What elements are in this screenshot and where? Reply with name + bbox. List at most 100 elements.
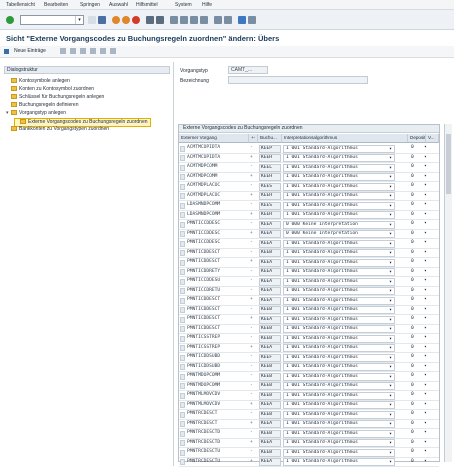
chevron-down-icon[interactable]: ▾ <box>389 222 392 229</box>
table-row[interactable]: ACMTMDPLACOC-KEES1 001 Standard-Algorith… <box>179 182 439 192</box>
table-row[interactable]: PMNTICCDDESC+KEEA0 000 Keine Interpretat… <box>179 230 439 240</box>
table-row[interactable]: PMNTICSSTREP+KEEA1 001 Standard-Algorith… <box>179 344 439 354</box>
chevron-down-icon[interactable]: ▾ <box>389 345 392 352</box>
row-selector[interactable] <box>180 288 185 294</box>
first-page-icon[interactable] <box>170 16 178 24</box>
posting-rule-field[interactable]: KEEA <box>259 230 281 238</box>
row-selector[interactable] <box>180 279 185 285</box>
algorithm-select[interactable]: 1 001 Standard-Algorithmus▾ <box>283 154 395 162</box>
posting-rule-field[interactable]: KEEB <box>259 249 281 257</box>
v-cell[interactable]: ▾ <box>424 439 434 448</box>
v-cell[interactable]: ▾ <box>424 410 434 419</box>
table-row[interactable]: PMNTICCDDESC-KEEA0 000 Keine Interpretat… <box>179 220 439 230</box>
row-selector[interactable] <box>180 345 185 351</box>
col-header-posting[interactable]: Buchu... <box>258 134 282 143</box>
posting-rule-field[interactable]: KEEA <box>259 278 281 286</box>
tree-item[interactable]: ▾Vorgangstyp anlegen <box>6 110 66 117</box>
row-selector[interactable] <box>180 459 185 465</box>
table-row[interactable]: ACMTMDPCOMM+KEEH1 001 Standard-Algorithm… <box>179 173 439 183</box>
row-selector[interactable] <box>180 450 185 456</box>
row-selector[interactable] <box>180 298 185 304</box>
posting-rule-field[interactable]: KEEB <box>259 449 281 457</box>
table-row[interactable]: PMNTRCDESCT-KEEB1 001 Standard-Algorithm… <box>179 410 439 420</box>
algorithm-select[interactable]: 1 001 Standard-Algorithmus▾ <box>283 316 395 324</box>
find-icon[interactable] <box>156 16 164 24</box>
v-cell[interactable]: ▾ <box>424 420 434 429</box>
row-selector[interactable] <box>180 155 185 161</box>
v-cell[interactable]: ▾ <box>424 429 434 438</box>
posting-rule-field[interactable]: KEEF <box>259 354 281 362</box>
tree-item[interactable]: Buchungsregeln definieren <box>6 102 79 109</box>
next-page-icon[interactable] <box>190 16 198 24</box>
row-selector[interactable] <box>180 355 185 361</box>
menu-item[interactable]: Springen <box>80 2 100 8</box>
posting-rule-field[interactable]: KEES <box>259 202 281 210</box>
chevron-down-icon[interactable]: ▾ <box>389 402 392 409</box>
layout-icon[interactable] <box>248 16 256 24</box>
row-selector[interactable] <box>180 364 185 370</box>
row-selector[interactable] <box>180 203 185 209</box>
posting-rule-field[interactable]: KEEH <box>259 211 281 219</box>
table-row[interactable]: LDASMNDPCOMM+KEEH1 001 Standard-Algorith… <box>179 211 439 221</box>
table-row[interactable]: PMNTICCDDESC-KEEA1 001 Standard-Algorith… <box>179 239 439 249</box>
table-row[interactable]: PMNTICDDESCT+KEEA1 001 Standard-Algorith… <box>179 315 439 325</box>
menu-item[interactable]: Bearbeiten <box>44 2 68 8</box>
algorithm-select[interactable]: 1 001 Standard-Algorithmus▾ <box>283 363 395 371</box>
algorithm-select[interactable]: 1 001 Standard-Algorithmus▾ <box>283 297 395 305</box>
row-selector[interactable] <box>180 193 185 199</box>
save-icon[interactable] <box>98 16 106 24</box>
v-cell[interactable]: ▾ <box>424 448 434 457</box>
row-selector[interactable] <box>180 307 185 313</box>
table-row[interactable]: ACMTMDPLACOC+KEEH1 001 Standard-Algorith… <box>179 192 439 202</box>
v-cell[interactable]: ▾ <box>424 144 434 153</box>
v-cell[interactable]: ▾ <box>424 325 434 334</box>
delete-icon[interactable] <box>70 48 76 54</box>
row-selector[interactable] <box>180 260 185 266</box>
v-cell[interactable]: ▾ <box>424 249 434 258</box>
copy-icon[interactable] <box>60 48 66 54</box>
v-cell[interactable]: ▾ <box>424 154 434 163</box>
chevron-down-icon[interactable]: ▾ <box>389 412 392 419</box>
algorithm-select[interactable]: 1 001 Standard-Algorithmus▾ <box>283 335 395 343</box>
row-selector[interactable] <box>180 231 185 237</box>
posting-rule-field[interactable]: KEEB <box>259 382 281 390</box>
algorithm-select[interactable]: 1 001 Standard-Algorithmus▾ <box>283 240 395 248</box>
chevron-down-icon[interactable]: ▾ <box>389 326 392 333</box>
enter-icon[interactable] <box>6 16 14 24</box>
row-selector[interactable] <box>180 402 185 408</box>
chevron-down-icon[interactable]: ▾ <box>389 241 392 248</box>
algorithm-select[interactable]: 1 001 Standard-Algorithmus▾ <box>283 249 395 257</box>
table-row[interactable]: LDASMNDPCOMM-KEES1 001 Standard-Algorith… <box>179 201 439 211</box>
row-selector[interactable] <box>180 374 185 380</box>
posting-rule-field[interactable]: KEEA <box>259 221 281 229</box>
table-row[interactable]: PMNTMDOPCOMM-KEEB1 001 Standard-Algorith… <box>179 382 439 392</box>
vertical-scrollbar[interactable] <box>444 124 452 462</box>
exit-icon[interactable] <box>122 16 130 24</box>
posting-rule-field[interactable]: KEEB <box>259 363 281 371</box>
posting-rule-field[interactable]: KEEA <box>259 439 281 447</box>
row-selector[interactable] <box>180 222 185 228</box>
table-row[interactable]: PMNTICSSTREP-KEEB1 001 Standard-Algorith… <box>179 334 439 344</box>
algorithm-select[interactable]: 1 001 Standard-Algorithmus▾ <box>283 354 395 362</box>
row-selector[interactable] <box>180 431 185 437</box>
row-selector[interactable] <box>180 412 185 418</box>
row-selector[interactable] <box>180 269 185 275</box>
col-header-v[interactable]: V... <box>426 134 439 143</box>
col-header-algorithm[interactable]: Interpretationsalgorithmus <box>282 134 408 143</box>
row-selector[interactable] <box>180 184 185 190</box>
chevron-down-icon[interactable]: ▾ <box>389 355 392 362</box>
v-cell[interactable]: ▾ <box>424 382 434 391</box>
v-cell[interactable]: ▾ <box>424 268 434 277</box>
v-cell[interactable]: ▾ <box>424 344 434 353</box>
table-row[interactable]: PMNTICDDESCT+KEEA1 001 Standard-Algorith… <box>179 296 439 306</box>
v-cell[interactable]: ▾ <box>424 173 434 182</box>
tree-item[interactable]: Schlüssel für Buchungsregeln anlegen <box>6 94 104 101</box>
chevron-down-icon[interactable]: ▾ <box>389 231 392 238</box>
v-cell[interactable]: ▾ <box>424 230 434 239</box>
posting-rule-field[interactable]: KEEA <box>259 420 281 428</box>
chevron-down-icon[interactable]: ▾ <box>389 279 392 286</box>
algorithm-select[interactable]: 1 001 Standard-Algorithmus▾ <box>283 278 395 286</box>
v-cell[interactable]: ▾ <box>424 391 434 400</box>
posting-rule-field[interactable]: KEEA <box>259 316 281 324</box>
posting-rule-field[interactable]: KEEH <box>259 154 281 162</box>
